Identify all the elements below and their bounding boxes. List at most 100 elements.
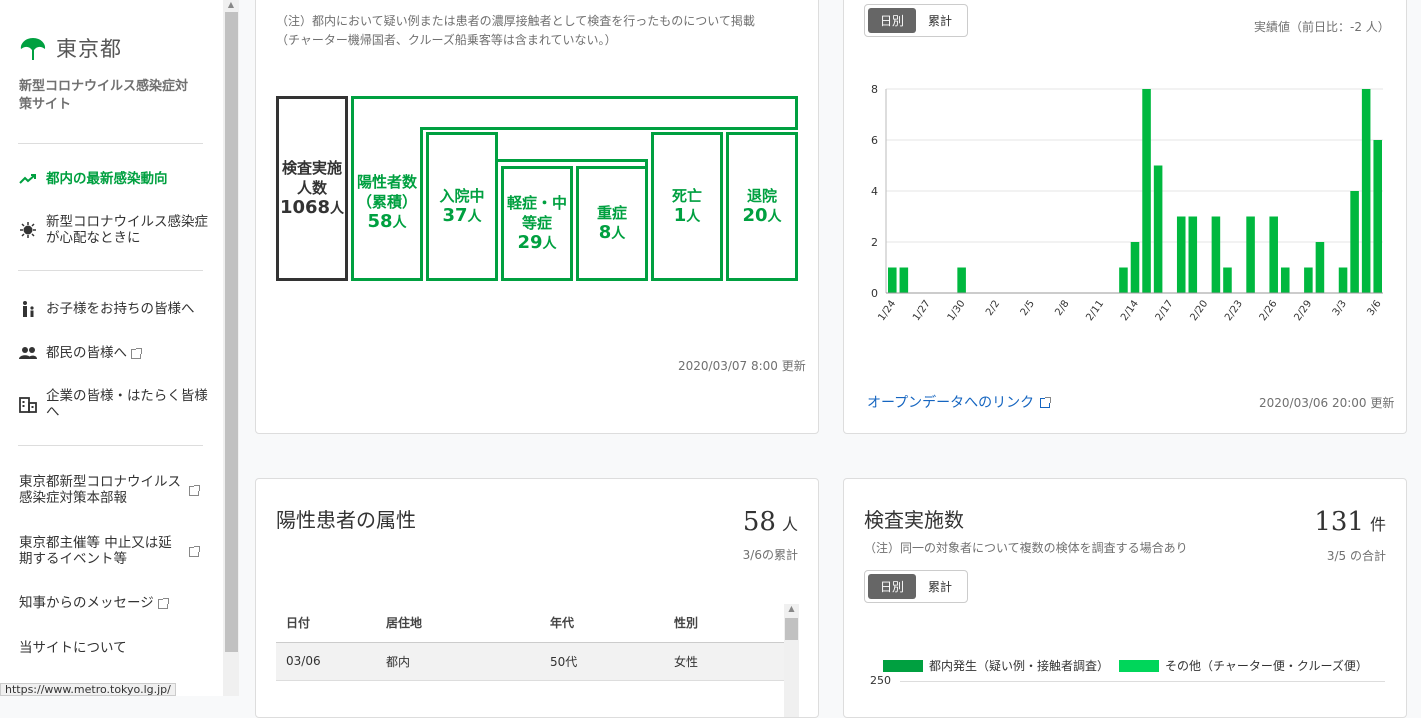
legend-swatch-series1 [883, 659, 923, 672]
test-status-note: （注）都内において疑い例または患者の濃厚接触者として検査を行ったものについて掲載… [276, 14, 755, 47]
link-cancelled-events[interactable]: 東京都主催等 中止又は延期するイベント等 [19, 535, 200, 567]
external-link-icon [157, 598, 169, 609]
mild-value: 29 [517, 232, 543, 253]
gridline [900, 681, 1385, 682]
bar [1269, 216, 1278, 293]
x-tick-label: 3/6 [1365, 298, 1383, 317]
x-tick-label: 1/24 [876, 298, 898, 323]
toggle-cumulative[interactable]: 累計 [916, 574, 964, 599]
scrollbar-thumb[interactable] [225, 12, 238, 652]
link-label: 東京都主催等 中止又は延期するイベント等 [19, 535, 172, 567]
x-tick-label: 2/23 [1223, 298, 1245, 323]
nav-item-parents[interactable]: お子様をお持ちの皆様へ [19, 300, 195, 318]
col-age[interactable]: 年代 [550, 604, 674, 643]
legend-series1[interactable]: 都内発生（疑い例・接触者調査） [929, 657, 1109, 674]
legend-series2[interactable]: その他（チャーター便・クルーズ便） [1165, 657, 1368, 674]
scroll-up-icon[interactable]: ▲ [223, 0, 239, 12]
x-tick-label: 2/29 [1292, 298, 1314, 323]
link-label: 知事からのメッセージ [19, 595, 154, 611]
y-tick-label: 0 [871, 287, 878, 300]
open-data-link[interactable]: オープンデータへのリンク [867, 392, 1052, 412]
bar [1153, 165, 1163, 293]
bar [888, 267, 897, 293]
nav-item-latest-trend[interactable]: 都内の最新感染動向 [19, 170, 168, 188]
x-tick-label: 2/14 [1119, 298, 1141, 323]
link-headquarters-report[interactable]: 東京都新型コロナウイルス感染症対策本部報 [19, 474, 200, 506]
bar [1130, 242, 1140, 293]
nav-label: 企業の皆様・はたらく皆様へ [46, 388, 208, 420]
tokyo-logo[interactable]: 東京都 [19, 33, 122, 63]
bar [1142, 89, 1151, 293]
parent-child-icon [19, 300, 37, 318]
x-tick-label: 1/30 [946, 298, 968, 323]
divider [18, 270, 203, 271]
mild-unit: 人 [542, 236, 557, 252]
col-date[interactable]: 日付 [276, 604, 386, 643]
positive-chart-updated: 2020/03/06 20:00 更新 [1259, 396, 1395, 410]
external-link-icon [131, 348, 142, 359]
link-governor-message[interactable]: 知事からのメッセージ [19, 595, 169, 611]
toggle-cumulative[interactable]: 累計 [916, 8, 964, 33]
toggle-daily[interactable]: 日別 [868, 8, 917, 33]
bar [899, 267, 909, 293]
positive-label: 陽性者数（累積） [356, 173, 417, 211]
table-scrollbar[interactable]: ▲ [784, 604, 799, 717]
col-sex[interactable]: 性別 [674, 604, 784, 643]
bar [1188, 216, 1198, 293]
discharged-unit: 人 [767, 209, 782, 225]
test-status-updated: 2020/03/07 8:00 更新 [678, 359, 806, 373]
positive-daily-bar-chart: 0 2 4 6 8 1/24 1/27 1/30 2/2 2/5 2/8 2/11 2/14 2/17 2/… [871, 83, 1384, 323]
x-tick-label: 3/3 [1331, 298, 1349, 317]
nav-label: 都内の最新感染動向 [46, 171, 168, 187]
attributes-title: 陽性患者の属性 [276, 508, 416, 532]
death-box: 死亡 1人 [651, 132, 723, 281]
toggle-daily[interactable]: 日別 [868, 574, 917, 599]
attributes-total: 58 人 [743, 507, 798, 537]
mild-box: 軽症・中等症 29人 [501, 166, 573, 281]
bar [1373, 140, 1382, 293]
divider [18, 143, 203, 144]
people-icon [19, 344, 37, 362]
nav-item-business[interactable]: 企業の皆様・はたらく皆様へ [19, 388, 214, 420]
legend-swatch-series2 [1119, 659, 1160, 672]
scrollbar-thumb[interactable] [785, 618, 798, 640]
building-icon [19, 395, 37, 413]
col-residence[interactable]: 居住地 [386, 604, 550, 643]
nav-item-worried[interactable]: 新型コロナウイルス感染症が心配なときに [19, 214, 214, 246]
attributes-table: 日付 居住地 年代 性別 03/06 都内 50代 女性 [276, 604, 784, 717]
nav-item-citizens[interactable]: 都民の皆様へ [19, 344, 142, 362]
positive-box: 陽性者数（累積） 58人 [351, 127, 423, 281]
external-link-icon [1040, 397, 1052, 408]
discharged-label: 退院 [746, 187, 777, 205]
x-tick-label: 2/17 [1154, 298, 1176, 323]
scroll-up-icon[interactable]: ▲ [784, 604, 799, 618]
y-tick-label: 4 [871, 185, 878, 198]
x-tick-label: 2/26 [1258, 298, 1280, 323]
bar [1223, 267, 1232, 293]
inspection-sub: 3/5 の合計 [1326, 549, 1386, 563]
x-tick-label: 2/8 [1053, 298, 1071, 317]
bar [1350, 191, 1359, 293]
inspection-legend: 都内発生（疑い例・接触者調査） その他（チャーター便・クルーズ便） [883, 657, 1368, 674]
table-header-row: 日付 居住地 年代 性別 [276, 604, 784, 643]
bar [1246, 216, 1255, 293]
bar [1315, 242, 1325, 293]
inspection-title: 検査実施数 [864, 508, 964, 532]
divider [18, 445, 203, 446]
mild-label: 軽症・中等症 [507, 194, 568, 232]
death-unit: 人 [686, 209, 701, 225]
link-about-site[interactable]: 当サイトについて [19, 640, 127, 656]
external-link-icon [189, 485, 200, 496]
bar [1211, 216, 1221, 293]
nav-label: 都民の皆様へ [46, 345, 127, 361]
x-tick-label: 2/20 [1188, 298, 1210, 323]
bar [1338, 267, 1348, 293]
tokyo-ginkgo-icon [20, 38, 46, 60]
inspection-note: （注）同一の対象者について複数の検体を調査する場合あり [864, 541, 1188, 555]
y-tick-label: 8 [871, 83, 878, 96]
inspection-total: 131 件 [1314, 507, 1386, 537]
severe-label: 重症 [596, 204, 627, 222]
bar [1176, 216, 1186, 293]
tests-box: 検査実施人数 1068人 [276, 96, 348, 281]
x-tick-label: 2/5 [1019, 298, 1037, 317]
